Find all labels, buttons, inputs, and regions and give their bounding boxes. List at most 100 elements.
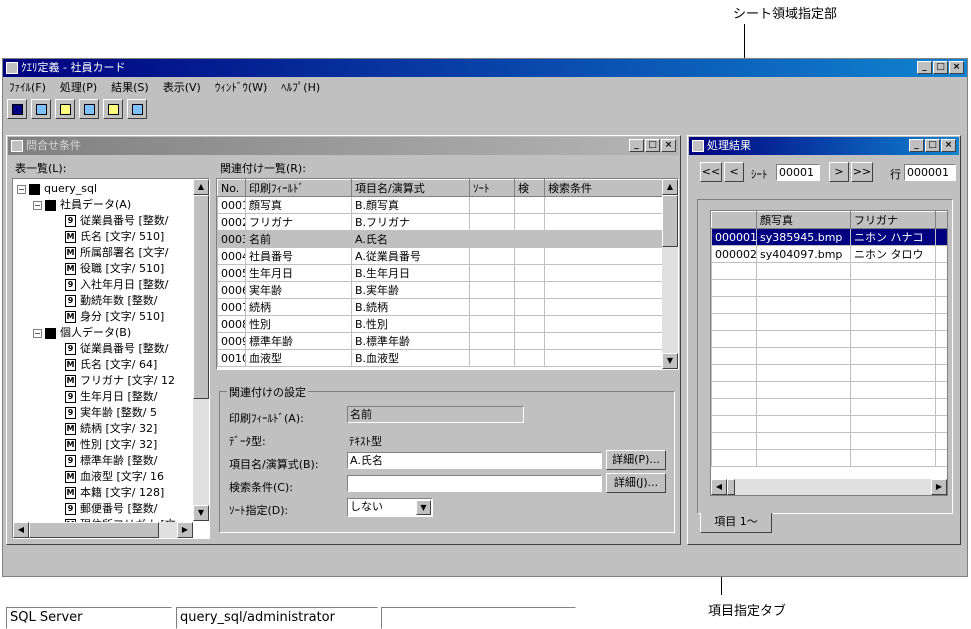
table-row[interactable]: 0005生年月日B.生年月日 xyxy=(217,264,663,282)
tree-item[interactable]: 9 従業員番号 [整数/ xyxy=(65,213,169,229)
relation-column-header[interactable]: No. xyxy=(217,179,246,197)
tree-scroll-down[interactable]: ▼ xyxy=(193,505,209,521)
table-row[interactable]: 0010血液型B.血液型 xyxy=(217,349,663,367)
result-row[interactable] xyxy=(711,449,947,467)
detail-j-button[interactable]: 詳細(J)... xyxy=(606,473,666,493)
tree-item[interactable]: M 性別 [文字/ 32] xyxy=(65,437,157,453)
table-row[interactable]: 0006実年齢B.実年齢 xyxy=(217,281,663,299)
result-column-header[interactable] xyxy=(935,211,947,229)
result-row[interactable] xyxy=(711,398,947,416)
relation-scroll-thumb[interactable] xyxy=(662,195,678,247)
table-tool-button[interactable] xyxy=(31,99,51,119)
run-tool-button[interactable] xyxy=(103,99,123,119)
item-tab[interactable]: 項目 1～ xyxy=(700,513,772,533)
collapse-icon[interactable]: − xyxy=(17,184,26,194)
tree-item[interactable]: − query_sql xyxy=(17,181,97,197)
menu-window[interactable]: ｳｨﾝﾄﾞｳ(W) xyxy=(215,80,267,96)
tree-hscroll-thumb[interactable] xyxy=(29,522,159,538)
disabled-tool-button[interactable] xyxy=(55,99,75,119)
table-row[interactable]: 0002フリガナB.フリガナ xyxy=(217,213,663,231)
tree-item[interactable]: − 個人データ(B) xyxy=(33,325,131,341)
tree-scroll-right[interactable]: ▶ xyxy=(177,522,193,538)
result-row[interactable] xyxy=(711,381,947,399)
result-column-header[interactable]: 顔写真 xyxy=(756,211,851,229)
item-input[interactable]: A.氏名 xyxy=(347,452,602,469)
tree-item[interactable]: M 血液型 [文字/ 16 xyxy=(65,469,164,485)
relation-list[interactable]: No.印刷ﾌｨｰﾙﾄﾞ項目名/演算式ｿｰﾄ検検索条件 0001顔写真B.顔写真0… xyxy=(216,178,679,370)
tree-item[interactable]: M 本籍 [文字/ 128] xyxy=(65,485,164,501)
search-input[interactable] xyxy=(347,475,602,492)
menu-result[interactable]: 結果(S) xyxy=(111,80,149,96)
result-row[interactable] xyxy=(711,296,947,314)
relation-column-header[interactable]: 印刷ﾌｨｰﾙﾄﾞ xyxy=(245,179,352,197)
tree-item[interactable]: 9 入社年月日 [整数/ xyxy=(65,277,169,293)
close-button[interactable]: × xyxy=(949,61,964,74)
table-row[interactable]: 0009標準年齢B.標準年齢 xyxy=(217,332,663,350)
tree-item[interactable]: M 氏名 [文字/ 64] xyxy=(65,357,157,373)
tree-item[interactable]: 9 勤続年数 [整数/ xyxy=(65,293,158,309)
maximize-button[interactable]: □ xyxy=(933,61,948,74)
next-sheet-button[interactable]: > xyxy=(829,162,849,182)
tree-item[interactable]: M フリガナ [文字/ 12 xyxy=(65,373,175,389)
query-close-button[interactable]: × xyxy=(661,139,676,152)
save-tool-button[interactable] xyxy=(7,99,27,119)
tree-item[interactable]: M 所属部署名 [文字/ xyxy=(65,245,169,261)
tree-vscroll[interactable]: ▲ ▼ xyxy=(193,179,209,521)
tree-item[interactable]: M 続柄 [文字/ 32] xyxy=(65,421,157,437)
tree-hscroll[interactable]: ◀ ▶ xyxy=(13,522,193,538)
edit-tool-button[interactable] xyxy=(79,99,99,119)
relation-vscroll[interactable]: ▲ ▼ xyxy=(662,179,678,369)
table-row[interactable]: 0008性別B.性別 xyxy=(217,315,663,333)
menu-process[interactable]: 処理(P) xyxy=(60,80,97,96)
result-row[interactable]: 000002 sy404097.bmp ニホン タロウ xyxy=(711,245,947,263)
result-column-header[interactable]: フリガナ xyxy=(850,211,936,229)
sheet-tool-button[interactable] xyxy=(127,99,147,119)
result-row[interactable] xyxy=(711,347,947,365)
result-scroll-right[interactable]: ▶ xyxy=(931,479,947,495)
result-row[interactable] xyxy=(711,364,947,382)
result-hscroll[interactable]: ◀ ▶ xyxy=(711,479,947,495)
table-row[interactable]: 0001顔写真B.顔写真 xyxy=(217,196,663,214)
sort-select[interactable]: しない ▼ xyxy=(347,498,433,517)
table-row[interactable]: 0007続柄B.続柄 xyxy=(217,298,663,316)
result-grid[interactable]: 顔写真 フリガナ 000001 sy385945.bmp ニホン ハナコ 000002 s… xyxy=(710,210,948,496)
tree-scroll-thumb[interactable] xyxy=(193,195,209,399)
tree-item[interactable]: 9 実年齢 [整数/ 5 xyxy=(65,405,157,421)
collapse-icon[interactable]: − xyxy=(33,200,42,210)
result-row[interactable] xyxy=(711,313,947,331)
tree-item[interactable]: 9 郵便番号 [整数/ xyxy=(65,501,158,517)
relation-column-header[interactable]: ｿｰﾄ xyxy=(469,179,515,197)
row-number-input[interactable]: 000001 xyxy=(904,164,956,181)
prev-sheet-button[interactable]: < xyxy=(724,162,744,182)
result-column-header[interactable] xyxy=(711,211,757,229)
result-maximize-button[interactable]: □ xyxy=(925,139,940,152)
result-scroll-left[interactable]: ◀ xyxy=(711,479,727,495)
result-row[interactable] xyxy=(711,262,947,280)
tree-item[interactable]: M 役職 [文字/ 510] xyxy=(65,261,164,277)
tree-item[interactable]: M 身分 [文字/ 510] xyxy=(65,309,164,325)
result-row[interactable] xyxy=(711,279,947,297)
tree-item[interactable]: 9 従業員番号 [整数/ xyxy=(65,341,169,357)
last-sheet-button[interactable]: >> xyxy=(851,162,873,182)
tree-scroll-up[interactable]: ▲ xyxy=(193,179,209,195)
collapse-icon[interactable]: − xyxy=(33,328,42,338)
table-row[interactable]: 0004社員番号A.従業員番号 xyxy=(217,247,663,265)
result-close-button[interactable]: × xyxy=(941,139,956,152)
relation-column-header[interactable]: 検索条件 xyxy=(544,179,663,197)
menu-view[interactable]: 表示(V) xyxy=(163,80,201,96)
relation-column-header[interactable]: 項目名/演算式 xyxy=(351,179,470,197)
tree-item[interactable]: − 社員データ(A) xyxy=(33,197,131,213)
chevron-down-icon[interactable]: ▼ xyxy=(416,500,431,515)
result-row[interactable] xyxy=(711,330,947,348)
result-row[interactable] xyxy=(711,415,947,433)
relation-column-header[interactable]: 検 xyxy=(514,179,545,197)
table-row[interactable]: 0003名前A.氏名 xyxy=(217,230,663,248)
detail-p-button[interactable]: 詳細(P)... xyxy=(606,450,666,470)
menu-help[interactable]: ﾍﾙﾌﾟ(H) xyxy=(281,80,320,96)
tree-item[interactable]: 9 標準年齢 [整数/ xyxy=(65,453,158,469)
query-minimize-button[interactable]: _ xyxy=(629,139,644,152)
relation-scroll-down[interactable]: ▼ xyxy=(662,353,678,369)
table-tree[interactable]: − query_sql − 社員データ(A) 9 従業員番号 [整数/M 氏名 [文字/ 5… xyxy=(12,178,210,539)
result-hscroll-thumb[interactable] xyxy=(727,479,735,495)
tree-scroll-left[interactable]: ◀ xyxy=(13,522,29,538)
